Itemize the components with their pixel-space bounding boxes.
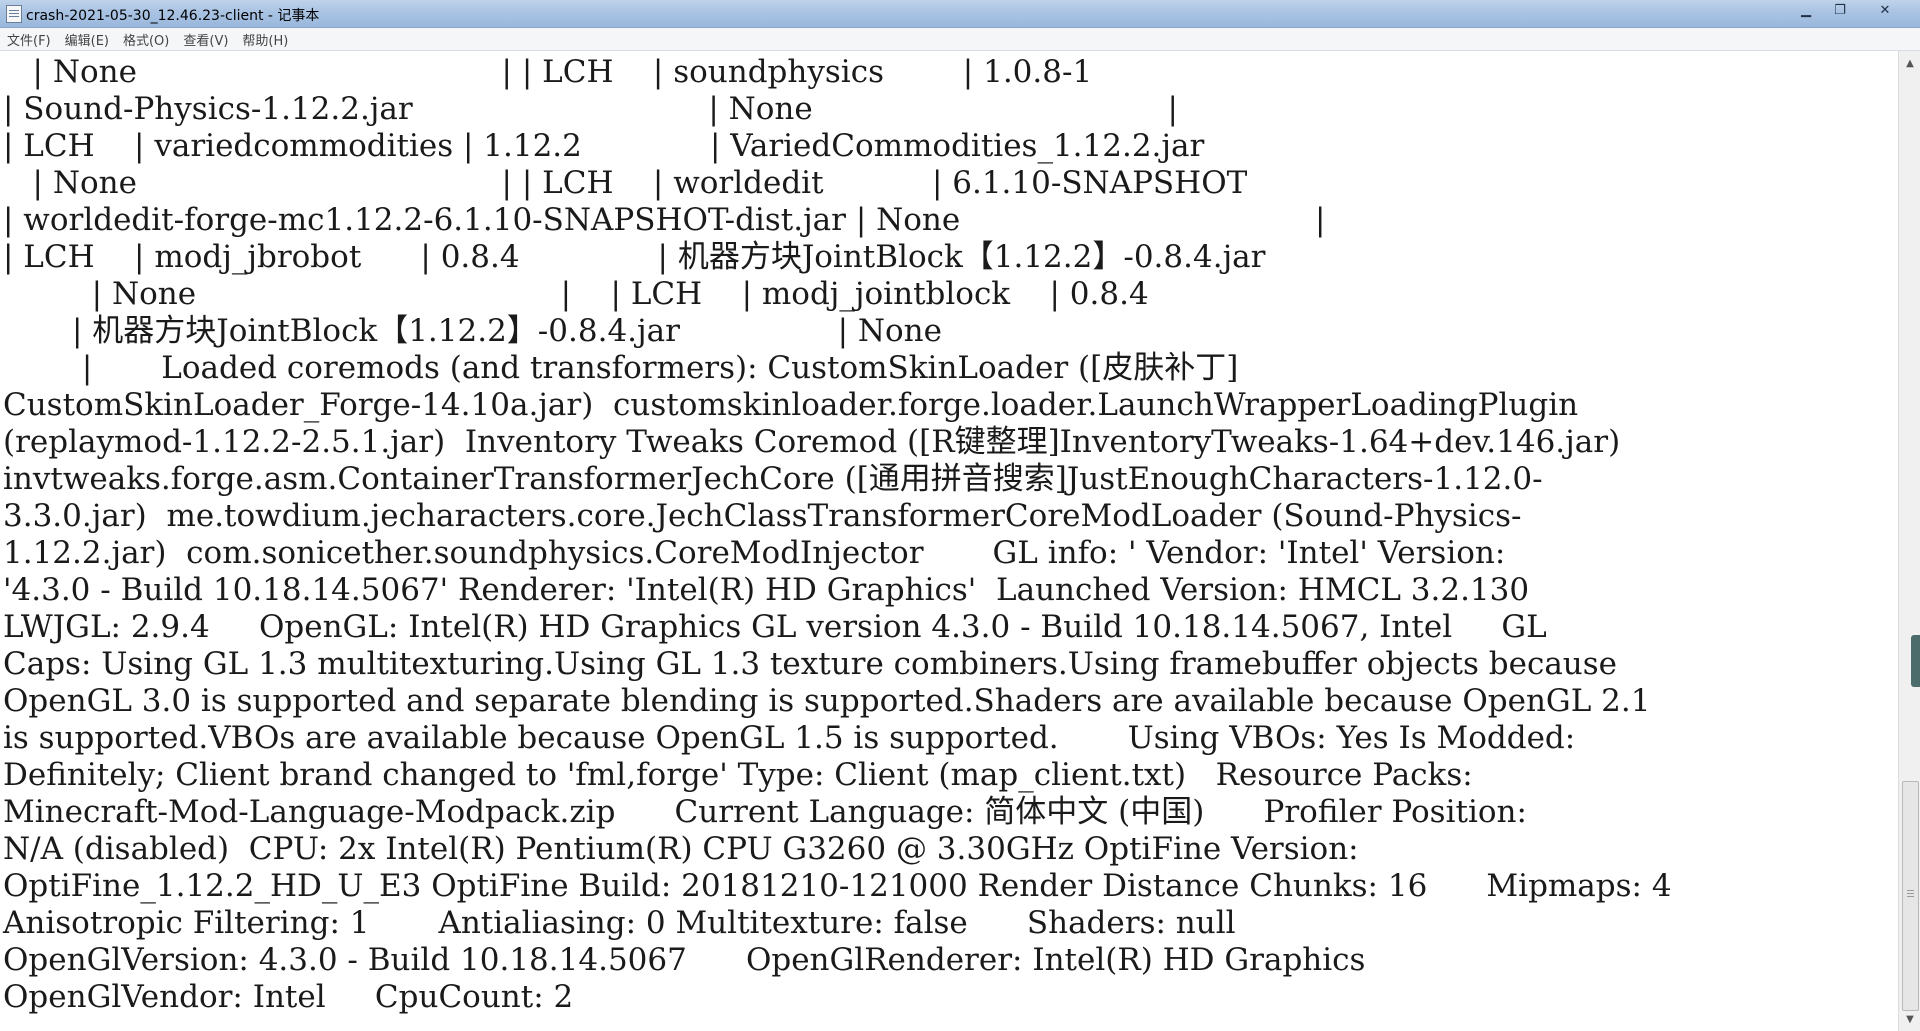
editor-line: CustomSkinLoader_Forge-14.10a.jar) custo… (3, 387, 1579, 423)
maximize-button[interactable]: ❐ (1822, 0, 1858, 20)
editor-line: OptiFine_1.12.2_HD_U_E3 OptiFine Build: … (3, 868, 1672, 904)
editor-line: (replaymod-1.12.2-2.5.1.jar) Inventory T… (3, 424, 1621, 460)
editor-line: Caps: Using GL 1.3 multitexturing.Using … (3, 646, 1618, 682)
editor-line: | worldedit-forge-mc1.12.2-6.1.10-SNAPSH… (3, 202, 1326, 238)
editor-line: | LCH | variedcommodities | 1.12.2 | Var… (3, 128, 1205, 164)
menu-bar: 文件(F) 编辑(E) 格式(O) 查看(V) 帮助(H) (0, 28, 1920, 51)
editor-line: | None | | LCH | soundphysics | 1.0.8-1 (3, 54, 1093, 90)
editor-line: invtweaks.forge.asm.ContainerTransformer… (3, 461, 1543, 497)
editor-line: | Sound-Physics-1.12.2.jar | None | (3, 91, 1178, 127)
title-bar: crash-2021-05-30_12.46.23-client - 记事本 ▁… (0, 0, 1920, 28)
editor-line: OpenGL 3.0 is supported and separate ble… (3, 683, 1651, 719)
text-editor-area[interactable]: | None | | LCH | soundphysics | 1.0.8-1 … (0, 51, 1898, 1031)
editor-line: N/A (disabled) CPU: 2x Intel(R) Pentium(… (3, 831, 1359, 867)
editor-line: OpenGlVendor: Intel CpuCount: 2 (3, 979, 574, 1015)
menu-edit[interactable]: 编辑(E) (58, 30, 116, 49)
editor-line: Minecraft-Mod-Language-Modpack.zip Curre… (3, 794, 1527, 830)
editor-line: LWJGL: 2.9.4 OpenGL: Intel(R) HD Graphic… (3, 609, 1547, 645)
vertical-scrollbar[interactable]: ▲ ▼ (1898, 51, 1920, 1031)
editor-line: Definitely; Client brand changed to 'fml… (3, 757, 1473, 793)
editor-line: | None | | LCH | modj_jointblock | 0.8.4 (3, 276, 1149, 312)
editor-line: Anisotropic Filtering: 1 Antialiasing: 0… (3, 905, 1236, 941)
minimize-button[interactable]: ▁ (1788, 0, 1824, 20)
menu-help[interactable]: 帮助(H) (235, 30, 295, 49)
scroll-marker (1911, 635, 1920, 687)
scroll-up-icon[interactable]: ▲ (1899, 53, 1920, 73)
window-title: crash-2021-05-30_12.46.23-client - 记事本 (26, 8, 320, 24)
editor-line: | 机器方块JointBlock【1.12.2】-0.8.4.jar | Non… (3, 313, 942, 349)
editor-line: 3.3.0.jar) me.towdium.jecharacters.core.… (3, 498, 1522, 534)
editor-line: | LCH | modj_jbrobot | 0.8.4 | 机器方块Joint… (3, 239, 1266, 275)
scroll-down-icon[interactable]: ▼ (1899, 1009, 1920, 1029)
editor-line: OpenGlVersion: 4.3.0 - Build 10.18.14.50… (3, 942, 1366, 978)
editor-line: | Loaded coremods (and transformers): Cu… (3, 350, 1239, 386)
scroll-thumb[interactable] (1902, 781, 1919, 1011)
menu-view[interactable]: 查看(V) (176, 30, 235, 49)
editor-line: '4.3.0 - Build 10.18.14.5067' Renderer: … (3, 572, 1530, 608)
menu-format[interactable]: 格式(O) (116, 30, 176, 49)
menu-file[interactable]: 文件(F) (0, 30, 58, 49)
editor-line: 1.12.2.jar) com.sonicether.soundphysics.… (3, 535, 1506, 571)
editor-line: is supported.VBOs are available because … (3, 720, 1576, 756)
notepad-icon (6, 5, 22, 23)
editor-line: | None | | LCH | worldedit | 6.1.10-SNAP… (3, 165, 1248, 201)
editor-text[interactable]: | None | | LCH | soundphysics | 1.0.8-1 … (0, 51, 1898, 1016)
close-button[interactable]: ✕ (1860, 0, 1910, 20)
